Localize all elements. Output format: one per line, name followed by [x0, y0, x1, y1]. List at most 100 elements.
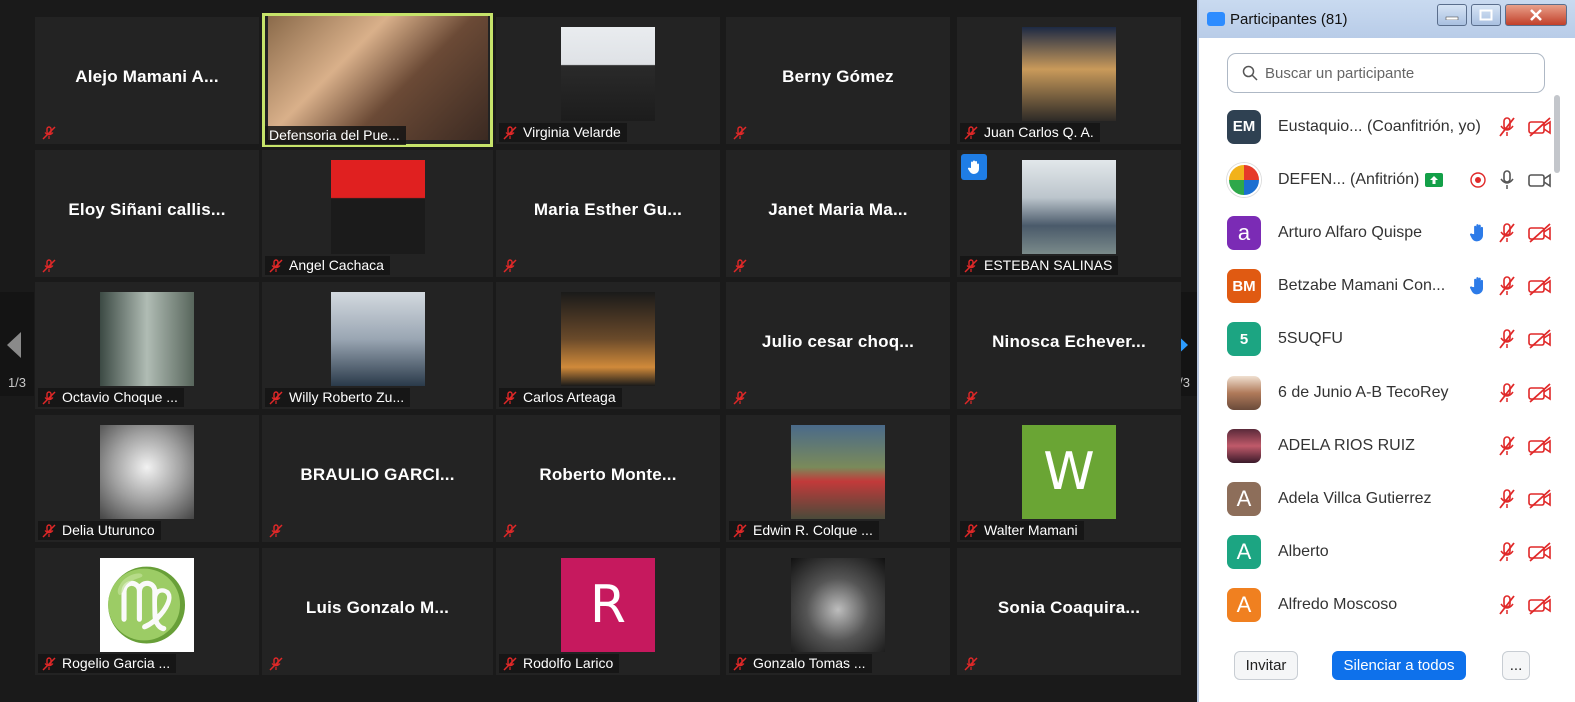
mic-muted-icon[interactable] [1497, 382, 1517, 404]
video-tile[interactable]: Juan Carlos Q. A. [957, 17, 1181, 144]
camera-off-icon[interactable] [1527, 595, 1553, 615]
maximize-button[interactable] [1471, 4, 1501, 26]
mic-muted-icon [964, 523, 978, 538]
avatar: BM [1227, 269, 1261, 304]
participant-row[interactable]: ADELA RIOS RUIZ [1227, 419, 1553, 472]
avatar [791, 558, 885, 652]
video-tile[interactable]: Octavio Choque ... [35, 282, 259, 409]
mic-muted-icon [733, 258, 747, 273]
avatar: A [1227, 481, 1261, 516]
video-tile[interactable]: Sonia Coaquira... [957, 548, 1181, 675]
camera-off-icon[interactable] [1527, 542, 1553, 562]
camera-off-icon[interactable] [1527, 329, 1553, 350]
video-tile[interactable]: W Walter Mamani [957, 415, 1181, 542]
participant-name: Alfredo Moscoso [1278, 596, 1398, 614]
mic-muted-icon[interactable] [1497, 435, 1517, 457]
mic-muted-icon[interactable] [1497, 488, 1517, 510]
video-tile[interactable]: Alejo Mamani A... [35, 17, 259, 144]
video-tile[interactable]: Janet Maria Ma... [726, 150, 950, 277]
camera-off-icon[interactable] [1527, 489, 1553, 509]
video-tile[interactable]: Roberto Monte... [496, 415, 720, 542]
close-button[interactable] [1505, 4, 1567, 26]
mic-muted-icon [269, 258, 283, 273]
avatar [100, 292, 194, 386]
participant-display-name: Maria Esther Gu... [533, 200, 683, 219]
participant-row[interactable]: DEFEN... (Anfitrión) [1227, 153, 1553, 206]
participant-search[interactable] [1227, 53, 1545, 93]
participant-mic-status [729, 256, 753, 275]
mic-icon[interactable] [1497, 169, 1517, 191]
video-tile[interactable]: Eloy Siñani callis... [35, 150, 259, 277]
mic-muted-icon [269, 523, 283, 538]
video-tile[interactable]: Willy Roberto Zu... [262, 282, 493, 409]
participant-name: ADELA RIOS RUIZ [1278, 436, 1415, 454]
video-tile[interactable]: Gonzalo Tomas ... [726, 548, 950, 675]
prev-page-button[interactable]: 1/3 [0, 292, 34, 396]
mic-muted-icon[interactable] [1497, 328, 1517, 350]
raised-hand-icon [1470, 277, 1483, 295]
invite-button[interactable]: Invitar [1234, 651, 1298, 680]
video-tile[interactable]: Defensoria del Pue... [262, 13, 493, 147]
camera-off-icon[interactable] [1527, 223, 1553, 243]
participant-name: Betzabe Mamani Con... [1278, 277, 1446, 295]
participant-display-name: Roberto Monte... [539, 465, 677, 484]
search-input[interactable] [1265, 64, 1525, 82]
video-tile[interactable]: ♍ Rogelio Garcia ... [35, 548, 259, 675]
close-icon [1530, 9, 1542, 21]
camera-off-icon[interactable] [1527, 116, 1553, 137]
video-tile[interactable]: Berny Gómez [726, 17, 950, 144]
participant-mic-status [265, 521, 289, 540]
mute-all-button[interactable]: Silenciar a todos [1332, 651, 1466, 680]
participant-list-scrollbar[interactable] [1551, 95, 1563, 635]
participant-name: DEFEN... (Anfitrión) [1278, 170, 1420, 188]
video-tile[interactable]: Julio cesar choq... [726, 282, 950, 409]
video-tile[interactable]: Ninosca Echever... [957, 282, 1181, 409]
video-tile[interactable]: ESTEBAN SALINAS [957, 150, 1181, 277]
zoom-app-icon [1207, 12, 1225, 26]
participant-mic-status [38, 256, 62, 275]
participant-name-label: Angel Cachaca [265, 256, 390, 275]
mic-muted-icon[interactable] [1497, 594, 1517, 616]
video-tile[interactable]: Delia Uturunco [35, 415, 259, 542]
participant-name-label: Walter Mamani [960, 521, 1084, 540]
record-icon [1470, 172, 1486, 188]
participant-name-label: Juan Carlos Q. A. [960, 123, 1100, 142]
video-tile[interactable]: Edwin R. Colque ... [726, 415, 950, 542]
camera-off-icon[interactable] [1527, 382, 1553, 403]
share-screen-icon [1425, 172, 1444, 187]
raised-hand-icon [1470, 224, 1483, 242]
participant-row[interactable]: BM Betzabe Mamani Con... [1227, 260, 1553, 313]
mic-muted-icon [964, 390, 978, 405]
mic-muted-icon[interactable] [1497, 222, 1517, 244]
participant-row[interactable]: 5 5SUQFU [1227, 313, 1553, 366]
video-tile[interactable]: Angel Cachaca [262, 150, 493, 277]
participant-display-name: BRAULIO GARCI... [300, 465, 455, 484]
more-options-button[interactable]: ... [1502, 651, 1530, 680]
mic-muted-icon[interactable] [1497, 275, 1517, 297]
camera-off-icon[interactable] [1527, 276, 1553, 296]
video-tile[interactable]: Maria Esther Gu... [496, 150, 720, 277]
mic-muted-icon[interactable] [1497, 541, 1517, 563]
camera-icon[interactable] [1527, 170, 1553, 190]
maximize-icon [1479, 9, 1493, 21]
avatar [561, 292, 655, 386]
video-tile[interactable]: Carlos Arteaga [496, 282, 720, 409]
mic-muted-icon[interactable] [1497, 116, 1517, 138]
participant-name-label: Virginia Velarde [499, 123, 627, 142]
participant-row[interactable]: a Arturo Alfaro Quispe [1227, 206, 1553, 259]
participant-row[interactable]: A Alfredo Moscoso [1227, 579, 1553, 632]
video-feed [267, 16, 488, 140]
participant-row[interactable]: EM Eustaquio... (Coanfitrión, yo) [1227, 100, 1553, 153]
video-tile[interactable]: BRAULIO GARCI... [262, 415, 493, 542]
participant-row[interactable]: A Alberto [1227, 526, 1553, 579]
minimize-button[interactable] [1437, 4, 1467, 26]
camera-off-icon[interactable] [1527, 436, 1553, 456]
mic-muted-icon [42, 258, 56, 273]
participant-row[interactable]: 6 de Junio A-B TecoRey [1227, 366, 1553, 419]
participant-row[interactable]: A Adela Villca Gutierrez [1227, 472, 1553, 525]
video-tile[interactable]: R Rodolfo Larico [496, 548, 720, 675]
video-tile[interactable]: Luis Gonzalo M... [262, 548, 493, 675]
avatar [1227, 162, 1261, 197]
participant-name-label: ESTEBAN SALINAS [960, 256, 1119, 275]
video-tile[interactable]: Virginia Velarde [496, 17, 720, 144]
